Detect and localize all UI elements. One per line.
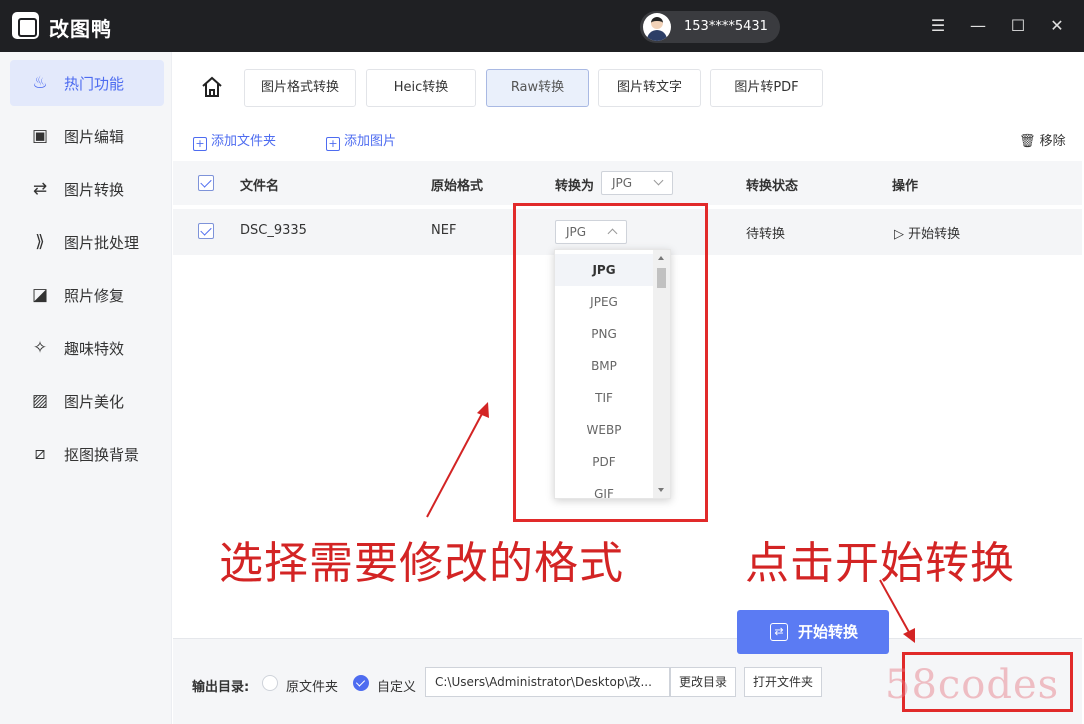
photo-repair-icon: ◪ bbox=[31, 285, 49, 305]
add-folder-label: 添加文件夹 bbox=[211, 134, 277, 149]
play-icon: ▷ bbox=[894, 227, 904, 242]
header-status: 转换状态 bbox=[746, 179, 799, 194]
tab-heic[interactable]: Heic转换 bbox=[366, 69, 476, 107]
radio-original-label: 原文件夹 bbox=[286, 680, 339, 695]
header-filename: 文件名 bbox=[240, 179, 280, 194]
tab-image-to-pdf[interactable]: 图片转PDF bbox=[710, 69, 823, 107]
start-convert-label: 开始转换 bbox=[798, 623, 859, 641]
start-convert-button[interactable]: ⇄ 开始转换 bbox=[737, 610, 889, 654]
row-start-label: 开始转换 bbox=[908, 227, 961, 242]
open-folder-button[interactable]: 打开文件夹 bbox=[744, 667, 822, 697]
row-filename: DSC_9335 bbox=[240, 223, 307, 238]
add-image-button[interactable]: + 添加图片 bbox=[326, 130, 396, 151]
sidebar-item-beautify[interactable]: ▨ 图片美化 bbox=[10, 378, 164, 424]
tab-image-format[interactable]: 图片格式转换 bbox=[244, 69, 356, 107]
swap-icon: ⇄ bbox=[770, 623, 788, 641]
sidebar-item-effects[interactable]: ✧ 趣味特效 bbox=[10, 325, 164, 371]
trash-icon: 🗑 bbox=[1019, 134, 1036, 149]
radio-original-folder[interactable] bbox=[262, 675, 278, 691]
sidebar-item-label: 抠图换背景 bbox=[64, 446, 140, 464]
change-dir-button[interactable]: 更改目录 bbox=[670, 667, 736, 697]
row-format: NEF bbox=[431, 223, 457, 238]
sidebar-item-label: 照片修复 bbox=[64, 287, 125, 305]
magic-wand-icon: ✧ bbox=[32, 338, 48, 358]
cutout-icon: ⧄ bbox=[34, 444, 46, 464]
sidebar-item-convert[interactable]: ⇄ 图片转换 bbox=[10, 166, 164, 212]
sidebar-item-label: 图片转换 bbox=[64, 181, 125, 199]
sidebar: ♨ 热门功能 ▣ 图片编辑 ⇄ 图片转换 ⟫ 图片批处理 ◪ 照片修复 ✧ 趣味… bbox=[0, 52, 172, 724]
annotation-click-start: 点击开始转换 bbox=[745, 538, 1015, 589]
menu-icon[interactable]: ☰ bbox=[928, 16, 948, 36]
output-dir-label: 输出目录: bbox=[192, 680, 250, 695]
avatar bbox=[643, 13, 671, 41]
sidebar-item-label: 图片美化 bbox=[64, 393, 125, 411]
add-folder-icon: + bbox=[193, 137, 207, 151]
maximize-icon[interactable]: ☐ bbox=[1008, 16, 1028, 36]
table-header: 文件名 原始格式 转换为 JPG 转换状态 操作 bbox=[173, 161, 1082, 205]
convert-all-value: JPG bbox=[612, 176, 633, 190]
sidebar-item-batch[interactable]: ⟫ 图片批处理 bbox=[10, 219, 164, 265]
minimize-icon[interactable]: — bbox=[968, 16, 988, 36]
convert-icon: ⇄ bbox=[32, 179, 48, 199]
sidebar-item-image-edit[interactable]: ▣ 图片编辑 bbox=[10, 113, 164, 159]
sidebar-item-photo-repair[interactable]: ◪ 照片修复 bbox=[10, 272, 164, 318]
user-name: 153****5431 bbox=[684, 19, 768, 34]
app-logo-icon bbox=[12, 12, 39, 39]
row-checkbox[interactable] bbox=[198, 223, 214, 239]
row-status: 待转换 bbox=[746, 227, 786, 242]
sidebar-item-hot[interactable]: ♨ 热门功能 bbox=[10, 60, 164, 106]
user-account[interactable]: 153****5431 bbox=[640, 11, 780, 43]
beautify-icon: ▨ bbox=[31, 391, 49, 411]
annotation-select-format: 选择需要修改的格式 bbox=[219, 538, 624, 589]
sidebar-item-label: 趣味特效 bbox=[64, 340, 125, 358]
header-action: 操作 bbox=[892, 179, 919, 194]
watermark: 58codes bbox=[885, 662, 1060, 708]
output-path-field[interactable]: C:\Users\Administrator\Desktop\改... bbox=[425, 667, 670, 697]
highlight-box-dropdown bbox=[513, 203, 708, 522]
image-edit-icon: ▣ bbox=[31, 126, 49, 146]
close-icon[interactable]: ✕ bbox=[1047, 16, 1067, 36]
tab-image-to-text[interactable]: 图片转文字 bbox=[598, 69, 701, 107]
convert-all-select[interactable]: JPG bbox=[601, 171, 673, 195]
chevron-down-icon bbox=[653, 175, 664, 186]
radio-custom[interactable] bbox=[353, 675, 369, 691]
home-icon[interactable] bbox=[201, 76, 223, 98]
sidebar-item-cutout[interactable]: ⧄ 抠图换背景 bbox=[10, 431, 164, 477]
header-original-format: 原始格式 bbox=[431, 179, 484, 194]
sidebar-item-label: 图片批处理 bbox=[64, 234, 140, 252]
remove-button[interactable]: 🗑 移除 bbox=[1019, 130, 1066, 149]
add-image-icon: + bbox=[326, 137, 340, 151]
remove-label: 移除 bbox=[1039, 134, 1066, 149]
tab-raw[interactable]: Raw转换 bbox=[486, 69, 589, 107]
title-bar: 改图鸭 153****5431 ☰ — ☐ ✕ bbox=[0, 0, 1084, 52]
header-convert-to: 转换为 bbox=[555, 179, 595, 194]
row-start-button[interactable]: ▷ 开始转换 bbox=[894, 223, 960, 242]
batch-icon: ⟫ bbox=[35, 232, 45, 252]
add-image-label: 添加图片 bbox=[344, 134, 397, 149]
radio-custom-label: 自定义 bbox=[377, 680, 417, 695]
app-title: 改图鸭 bbox=[49, 17, 112, 41]
flame-icon: ♨ bbox=[32, 73, 48, 93]
select-all-checkbox[interactable] bbox=[198, 175, 214, 191]
sidebar-item-label: 热门功能 bbox=[64, 75, 125, 93]
sidebar-item-label: 图片编辑 bbox=[64, 128, 125, 146]
add-folder-button[interactable]: + 添加文件夹 bbox=[193, 130, 276, 151]
